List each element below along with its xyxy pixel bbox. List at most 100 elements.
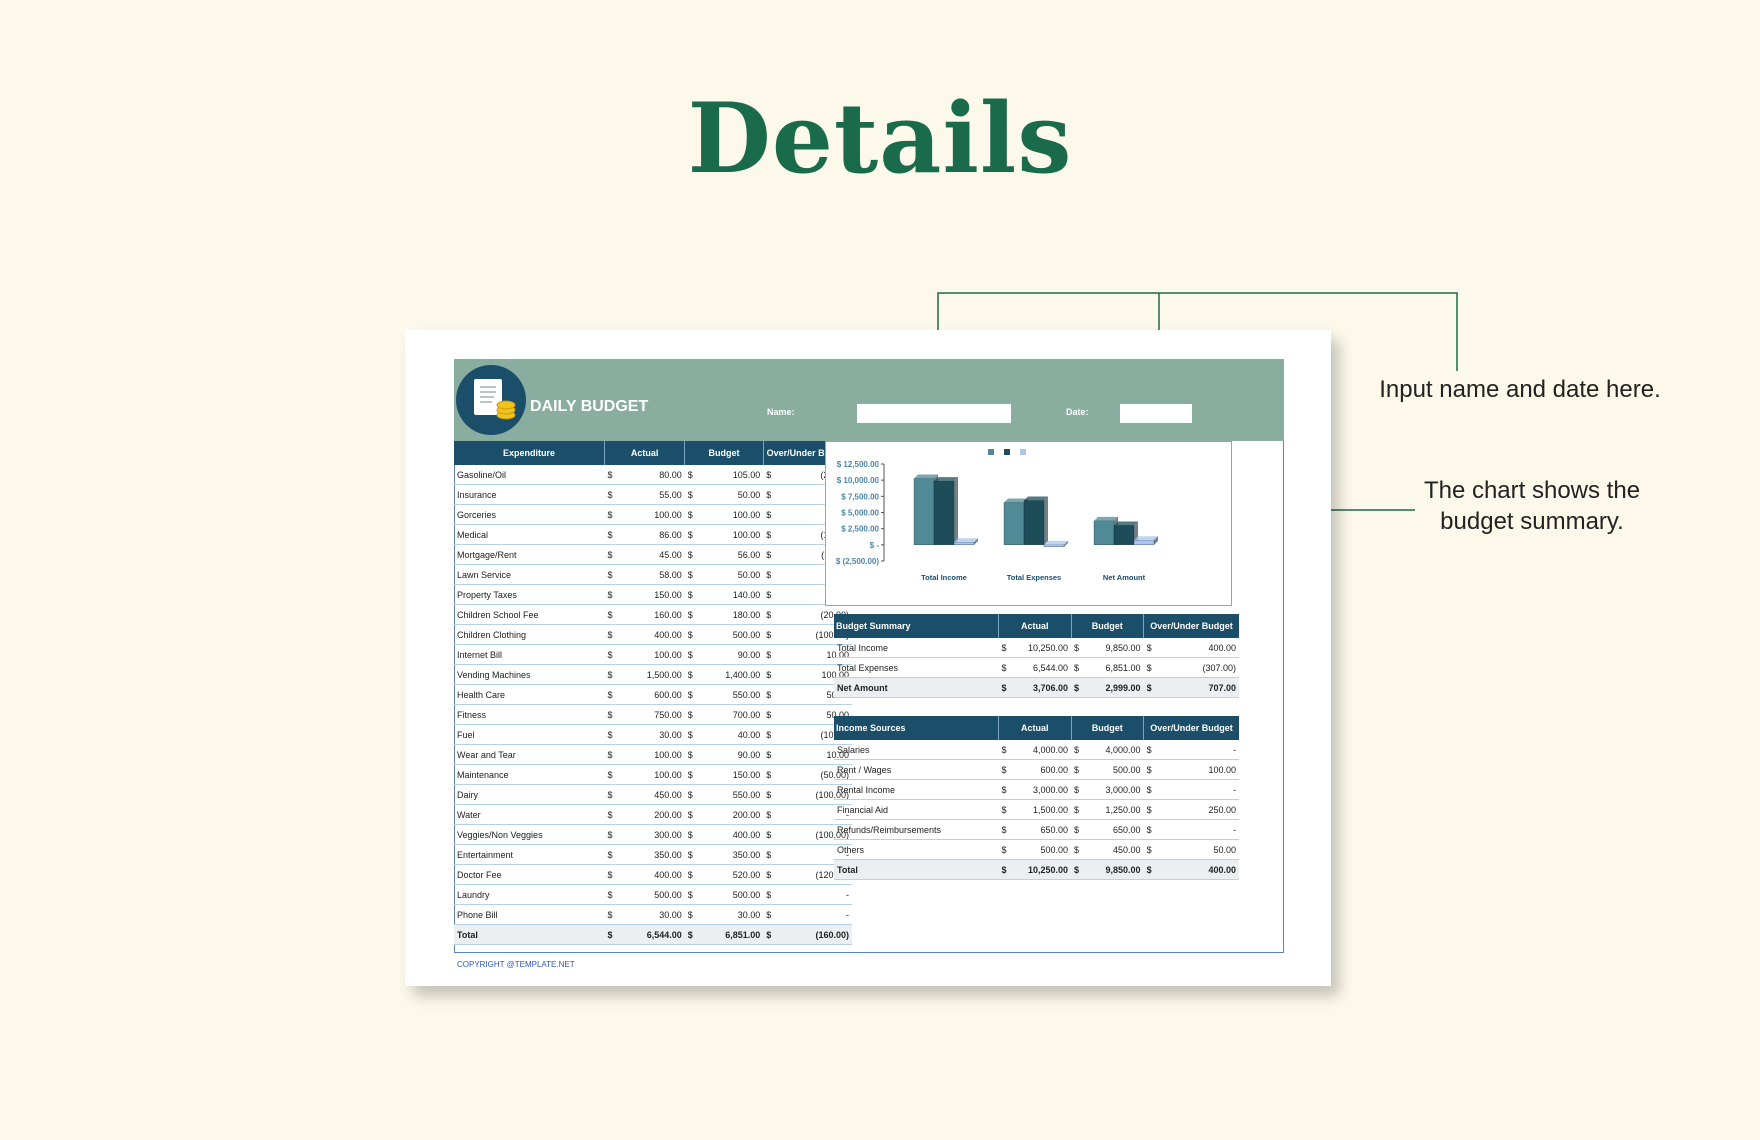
actual-value: 100.00 [619, 764, 685, 785]
row-label: Total Expenses [834, 657, 999, 678]
header-banner: DAILY BUDGET Name: Date: [454, 359, 1284, 441]
over-under-value: - [778, 904, 852, 925]
currency-symbol: $ [604, 624, 620, 645]
name-input[interactable] [857, 404, 1011, 423]
chart-bar-top [934, 477, 958, 482]
col-actual: Actual [998, 614, 1072, 638]
over-under-value: 707.00 [1158, 677, 1239, 698]
budget-value: 140.00 [699, 584, 764, 605]
currency-symbol: $ [998, 677, 1014, 698]
row-label: Children School Fee [454, 604, 605, 625]
currency-symbol: $ [1071, 819, 1087, 840]
legend-swatch [1020, 449, 1026, 455]
table-row: Salaries $4,000.00 $4,000.00 $ - [834, 740, 1239, 760]
actual-value: 400.00 [619, 864, 685, 885]
actual-value: 500.00 [619, 884, 685, 905]
currency-symbol: $ [684, 904, 700, 925]
currency-symbol: $ [684, 864, 700, 885]
currency-symbol: $ [1071, 740, 1087, 760]
table-row: Water $200.00 $200.00 $ - [454, 804, 852, 825]
budget-value: 56.00 [699, 544, 764, 565]
y-tick-label: $ 12,500.00 [837, 460, 880, 469]
currency-symbol: $ [684, 544, 700, 565]
budget-value: 500.00 [699, 884, 764, 905]
currency-symbol: $ [604, 584, 620, 605]
currency-symbol: $ [998, 839, 1014, 860]
over-under-value: 400.00 [1158, 638, 1239, 658]
col-budget: Budget [1071, 716, 1145, 740]
over-under-value: - [1158, 740, 1239, 760]
row-label: Vending Machines [454, 664, 605, 685]
budget-value: 90.00 [699, 744, 764, 765]
currency-symbol: $ [763, 544, 779, 565]
budget-value: 90.00 [699, 644, 764, 665]
currency-symbol: $ [604, 664, 620, 685]
currency-symbol: $ [604, 724, 620, 745]
col-income-sources: Income Sources [834, 716, 999, 740]
currency-symbol: $ [1071, 779, 1087, 800]
row-label: Water [454, 804, 605, 825]
currency-symbol: $ [684, 924, 700, 945]
budget-chart: $ 12,500.00 $ 10,000.00 $ 7,500.00 $ 5,000.… [825, 441, 1232, 606]
currency-symbol: $ [604, 684, 620, 705]
budget-value: 400.00 [699, 824, 764, 845]
row-label: Wear and Tear [454, 744, 605, 765]
currency-symbol: $ [998, 638, 1014, 658]
actual-value: 58.00 [619, 564, 685, 585]
income-sources-table: Income Sources Actual Budget Over/Under … [834, 716, 1239, 880]
table-row: Total Expenses $6,544.00 $6,851.00 $ (307.00… [834, 657, 1239, 678]
currency-symbol: $ [684, 684, 700, 705]
currency-symbol: $ [684, 804, 700, 825]
actual-value: 30.00 [619, 724, 685, 745]
y-tick-label: $ 10,000.00 [837, 476, 880, 485]
actual-value: 100.00 [619, 504, 685, 525]
currency-symbol: $ [1071, 799, 1087, 820]
row-label: Insurance [454, 484, 605, 505]
budget-value: 9,850.00 [1086, 859, 1144, 880]
row-label: Net Amount [834, 677, 999, 698]
actual-value: 160.00 [619, 604, 685, 625]
currency-symbol: $ [763, 604, 779, 625]
actual-value: 200.00 [619, 804, 685, 825]
row-label: Mortgage/Rent [454, 544, 605, 565]
row-label: Veggies/Non Veggies [454, 824, 605, 845]
currency-symbol: $ [763, 624, 779, 645]
currency-symbol: $ [763, 744, 779, 765]
row-label: Fuel [454, 724, 605, 745]
table-row: Children School Fee$160.00$180.00$(20.00… [454, 604, 852, 625]
row-label: Others [834, 839, 999, 860]
chart-bar [1023, 500, 1045, 545]
actual-value: 6,544.00 [619, 924, 685, 945]
date-input[interactable] [1120, 404, 1192, 423]
currency-symbol: $ [684, 564, 700, 585]
currency-symbol: $ [998, 779, 1014, 800]
row-label: Salaries [834, 740, 999, 760]
chart-bar-top [1114, 521, 1138, 526]
table-row: Entertainment $350.00 $350.00 $ - [454, 844, 852, 865]
currency-symbol: $ [684, 504, 700, 525]
currency-symbol: $ [1071, 839, 1087, 860]
currency-symbol: $ [763, 804, 779, 825]
currency-symbol: $ [1143, 799, 1159, 820]
currency-symbol: $ [1143, 819, 1159, 840]
row-label: Medical [454, 524, 605, 545]
actual-value: 500.00 [1013, 839, 1072, 860]
currency-symbol: $ [684, 624, 700, 645]
table-row: Gasoline/Oil$80.00$105.00$(25.00) [454, 465, 852, 485]
actual-value: 6,544.00 [1013, 657, 1072, 678]
budget-value: 200.00 [699, 804, 764, 825]
over-under-value: 250.00 [1158, 799, 1239, 820]
currency-symbol: $ [604, 704, 620, 725]
currency-symbol: $ [684, 524, 700, 545]
currency-symbol: $ [763, 524, 779, 545]
currency-symbol: $ [1071, 859, 1087, 880]
row-label: Doctor Fee [454, 864, 605, 885]
currency-symbol: $ [684, 724, 700, 745]
currency-symbol: $ [604, 864, 620, 885]
over-under-value: (307.00) [1158, 657, 1239, 678]
table-row: Financial Aid $1,500.00 $1,250.00 $250.00 [834, 799, 1239, 820]
currency-symbol: $ [684, 584, 700, 605]
table-row: Rental Income $3,000.00 $3,000.00 $ - [834, 779, 1239, 800]
actual-value: 450.00 [619, 784, 685, 805]
currency-symbol: $ [998, 657, 1014, 678]
